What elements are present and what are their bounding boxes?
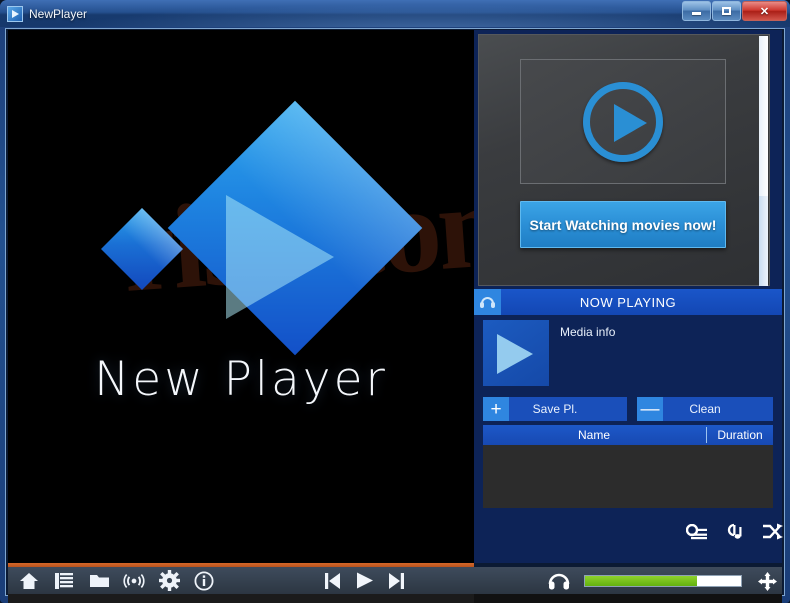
album-art-thumbnail <box>483 320 549 386</box>
headphones-icon <box>474 289 501 315</box>
now-playing-label: NOW PLAYING <box>579 294 677 310</box>
folder-icon[interactable] <box>88 570 110 592</box>
title-bar: NewPlayer ✕ <box>0 0 790 27</box>
titlebar-glow <box>0 0 790 27</box>
playlist-column-headers: Name Duration <box>483 425 773 445</box>
shuffle-icon[interactable] <box>758 517 788 547</box>
info-icon[interactable] <box>193 570 215 592</box>
playlist-action-row: + Save Pl. — Clean <box>474 397 782 421</box>
player-diamond-icon <box>7 5 23 22</box>
media-info-section: Media info <box>474 315 782 395</box>
ad-preview-screen <box>520 59 726 184</box>
repeat-music-glyph <box>727 523 742 539</box>
gear-glyph <box>158 570 180 591</box>
previous-glyph <box>325 572 340 589</box>
previous-button[interactable] <box>324 572 341 590</box>
column-header-name[interactable]: Name <box>483 425 705 445</box>
playlist-list[interactable] <box>483 445 773 508</box>
media-info-label: Media info <box>560 325 616 339</box>
client-area: risk.com New Player Start Watching movie… <box>5 28 785 603</box>
volume-headphones-glyph <box>548 573 570 590</box>
clean-playlist-label: Clean <box>689 402 721 416</box>
home-icon[interactable] <box>18 570 40 592</box>
equalizer-icon[interactable] <box>682 517 712 547</box>
next-glyph <box>389 572 404 589</box>
brand-logo: risk.com New Player <box>8 30 474 563</box>
logo-wordmark: New Player <box>94 352 388 407</box>
left-tool-icons <box>18 567 215 594</box>
volume-headphones-icon[interactable] <box>548 572 570 595</box>
playlist-glyph <box>55 572 73 589</box>
plus-icon: + <box>483 397 509 421</box>
volume-fill <box>585 576 698 586</box>
settings-gear-icon[interactable] <box>158 570 180 592</box>
advertisement-panel[interactable]: Start Watching movies now! <box>478 34 770 286</box>
minimize-button[interactable] <box>682 1 711 21</box>
status-bar: --:--:-- End User License Agreement Priv… <box>8 594 782 603</box>
repeat-music-icon[interactable] <box>720 517 750 547</box>
next-button[interactable] <box>388 572 405 590</box>
newplayer-window: NewPlayer ✕ risk.com New Player <box>0 0 790 603</box>
volume-slider[interactable] <box>584 575 742 587</box>
window-controls: ✕ <box>681 1 787 21</box>
fullscreen-glyph <box>758 572 777 591</box>
save-playlist-button[interactable]: + Save Pl. <box>483 397 627 421</box>
now-playing-header: NOW PLAYING <box>474 289 782 315</box>
playlist-tools <box>474 511 783 559</box>
control-bar <box>8 567 782 594</box>
close-icon: ✕ <box>759 5 770 18</box>
minus-icon: — <box>637 397 663 421</box>
ad-scrollbar-thumb[interactable] <box>759 36 768 196</box>
save-playlist-label: Save Pl. <box>532 402 578 416</box>
volume-section <box>528 567 782 594</box>
shuffle-glyph <box>763 523 783 540</box>
home-glyph <box>20 572 38 589</box>
ad-scrollbar[interactable] <box>759 36 768 286</box>
start-watching-button[interactable]: Start Watching movies now! <box>520 201 726 248</box>
broadcast-icon[interactable] <box>123 570 145 592</box>
broadcast-glyph <box>123 573 145 588</box>
info-glyph <box>194 570 214 591</box>
folder-glyph <box>89 575 109 587</box>
logo-small-diamond <box>100 207 184 291</box>
play-button[interactable] <box>355 571 374 590</box>
status-dark-pad <box>474 594 782 603</box>
window-title: NewPlayer <box>29 6 88 21</box>
fullscreen-icon[interactable] <box>758 572 777 596</box>
video-stage[interactable]: risk.com New Player <box>8 30 474 563</box>
column-header-duration[interactable]: Duration <box>707 425 773 445</box>
clean-playlist-button[interactable]: — Clean <box>637 397 773 421</box>
playlist-icon[interactable] <box>53 570 75 592</box>
play-circle-icon[interactable] <box>583 81 663 162</box>
transport-controls <box>324 567 405 594</box>
right-panel: Start Watching movies now! NOW PLAYING M… <box>474 30 783 563</box>
close-button[interactable]: ✕ <box>742 1 787 21</box>
maximize-button[interactable] <box>712 1 741 21</box>
equalizer-glyph <box>686 524 707 540</box>
play-glyph <box>357 572 373 589</box>
logo-play-triangle <box>226 195 334 319</box>
